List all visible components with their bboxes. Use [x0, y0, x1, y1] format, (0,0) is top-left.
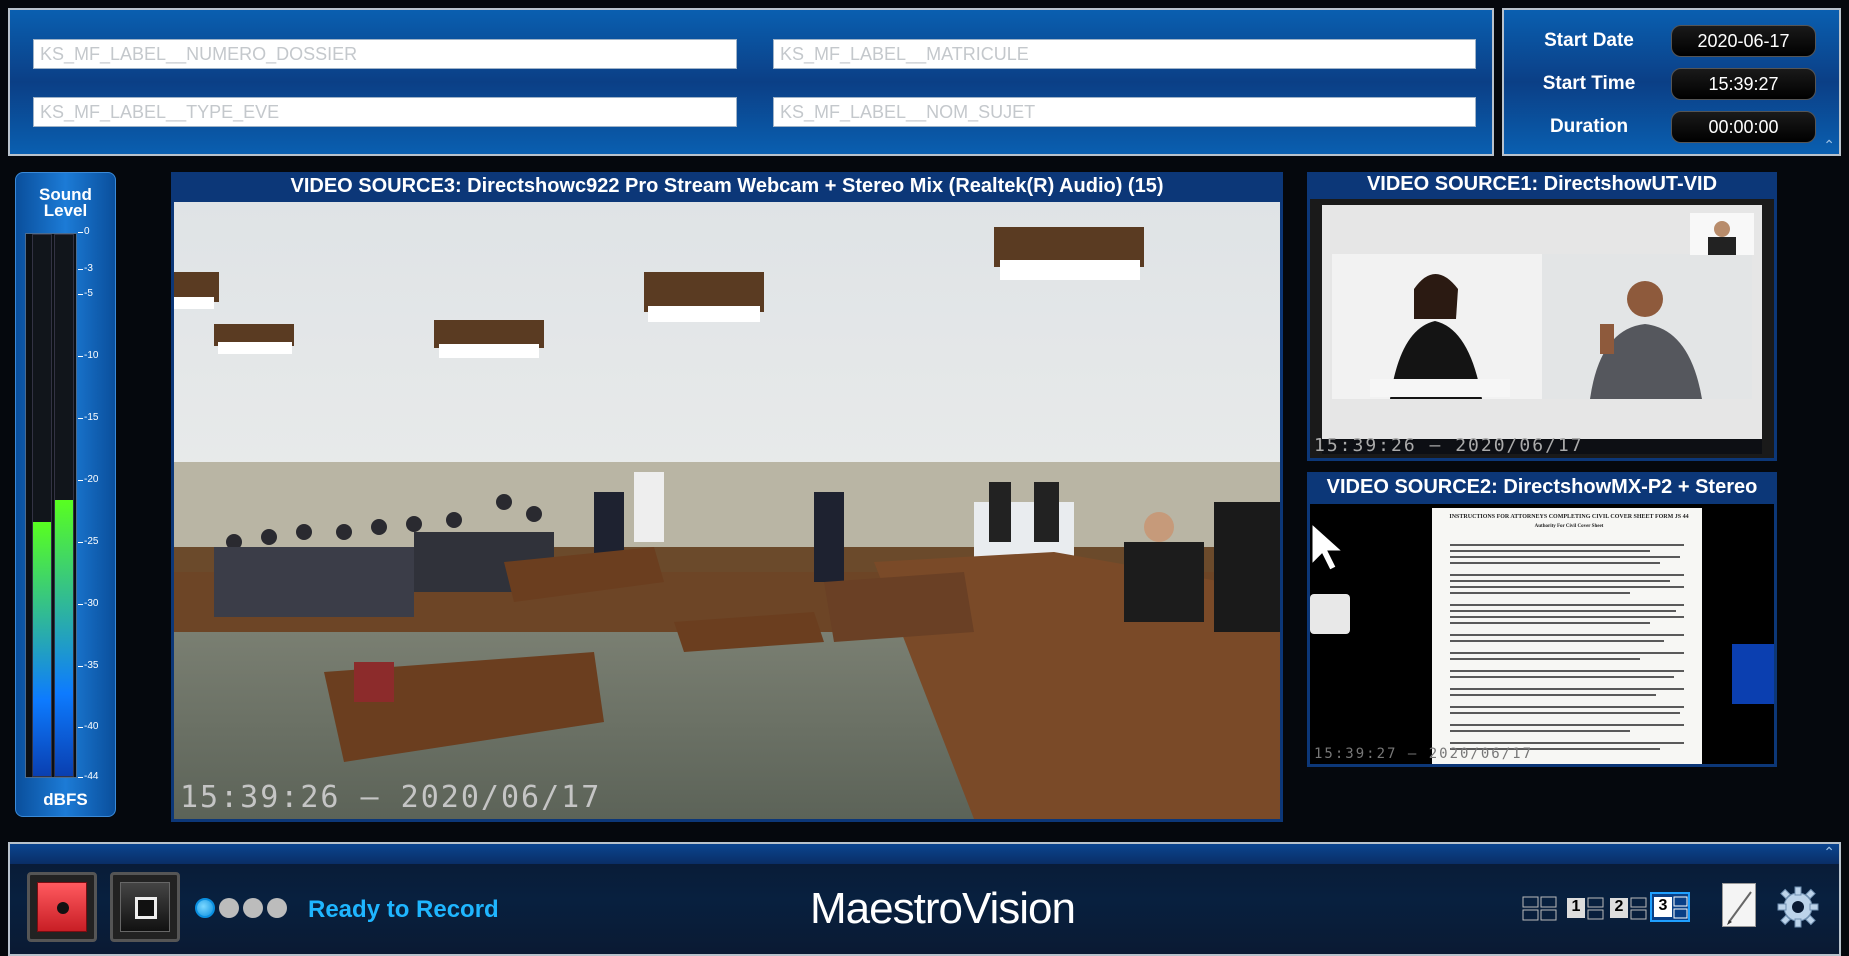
meter-tick-label: -15 [78, 412, 114, 423]
layout-2-button[interactable]: 2 [1610, 896, 1648, 922]
layout-1-button[interactable]: 1 [1567, 896, 1605, 922]
meter-tick-label: -5 [78, 288, 114, 299]
video-source2-title: VIDEO SOURCE2: DirectshowMX-P2 + Stereo [1307, 472, 1777, 502]
meter-bar-left [32, 234, 52, 777]
meter-tick-label: -35 [78, 660, 114, 671]
video-source3-title: VIDEO SOURCE3: Directshowc922 Pro Stream… [171, 172, 1283, 200]
video-source3-frame[interactable]: 15:39:26 – 2020/06/17 [171, 199, 1283, 822]
settings-gear-icon[interactable] [1777, 886, 1819, 928]
matricule-field[interactable]: KS_MF_LABEL__MATRICULE [773, 39, 1476, 69]
start-time-value: 15:39:27 [1671, 68, 1816, 100]
recording-status: Ready to Record [308, 896, 499, 923]
record-icon [37, 882, 87, 932]
status-dot-4 [267, 898, 287, 918]
meter-well [25, 233, 77, 778]
layout-3-button[interactable]: 3 [1650, 892, 1690, 922]
courtroom-video-image [174, 202, 1280, 819]
meter-fill-right [55, 500, 73, 776]
meter-bar-right [54, 234, 74, 777]
meter-tick-label: -30 [78, 598, 114, 609]
video-source2-frame[interactable]: INSTRUCTIONS FOR ATTORNEYS COMPLETING CI… [1307, 501, 1777, 767]
stop-icon [120, 882, 170, 932]
start-date-value: 2020-06-17 [1671, 25, 1816, 57]
control-bar-strip [10, 844, 1839, 864]
video-source2-timestamp: 15:39:27 – 2020/06/17 [1314, 746, 1534, 762]
document-heading: INSTRUCTIONS FOR ATTORNEYS COMPLETING CI… [1449, 514, 1689, 520]
layout-3-label: 3 [1654, 897, 1672, 917]
layout-1-label: 1 [1567, 898, 1585, 918]
session-info-panel: Start Date 2020-06-17 Start Time 15:39:2… [1502, 8, 1841, 156]
meter-tick-label: -20 [78, 474, 114, 485]
stop-button[interactable] [110, 872, 180, 942]
sound-level-meter: Sound Level 0 -3 -5 -10 -15 -20 -25 -30 -35 -40 -4… [15, 172, 116, 817]
video-source1-frame[interactable]: 15:39:26 – 2020/06/17 [1307, 196, 1777, 461]
collapse-up-icon[interactable]: ⌃ [1823, 137, 1835, 154]
meter-tick-label: -40 [78, 721, 114, 732]
duration-label: Duration [1549, 116, 1629, 137]
meter-tick-label: -44 [78, 771, 114, 782]
meter-tick-label: -25 [78, 536, 114, 547]
metadata-panel [8, 8, 1494, 156]
sound-level-title: Sound Level [16, 186, 115, 220]
sound-title-line2: Level [43, 201, 88, 220]
meter-fill-left [33, 521, 51, 776]
meter-tick-label: -10 [78, 350, 114, 361]
start-date-label: Start Date [1544, 30, 1634, 51]
record-button[interactable] [27, 872, 97, 942]
nom-sujet-field[interactable]: KS_MF_LABEL__NOM_SUJET [773, 97, 1476, 127]
meter-tick-label: 0 [78, 226, 114, 237]
expand-up-icon[interactable]: ⌃ [1823, 844, 1835, 861]
type-eve-field[interactable]: KS_MF_LABEL__TYPE_EVE [33, 97, 737, 127]
duration-value: 00:00:00 [1671, 111, 1816, 143]
dbfs-label: dBFS [43, 790, 88, 809]
document-camera-image [1310, 504, 1774, 764]
layout-quad-icon[interactable] [1522, 896, 1558, 922]
layout-2-label: 2 [1610, 898, 1628, 918]
numero-dossier-field[interactable]: KS_MF_LABEL__NUMERO_DOSSIER [33, 39, 737, 69]
notes-pen-icon[interactable] [1722, 883, 1756, 927]
document-subheading: Authority For Civil Cover Sheet [1534, 524, 1604, 529]
status-dot-1 [195, 898, 215, 918]
start-time-label: Start Time [1542, 73, 1636, 94]
status-dot-2 [219, 898, 239, 918]
video-source3-timestamp: 15:39:26 – 2020/06/17 [180, 780, 602, 815]
meter-tick-label: -3 [78, 263, 114, 274]
status-dot-3 [243, 898, 263, 918]
video-source1-timestamp: 15:39:26 – 2020/06/17 [1314, 435, 1584, 456]
video-call-image [1310, 199, 1774, 458]
brand-logo: MaestroVision [810, 884, 1076, 933]
